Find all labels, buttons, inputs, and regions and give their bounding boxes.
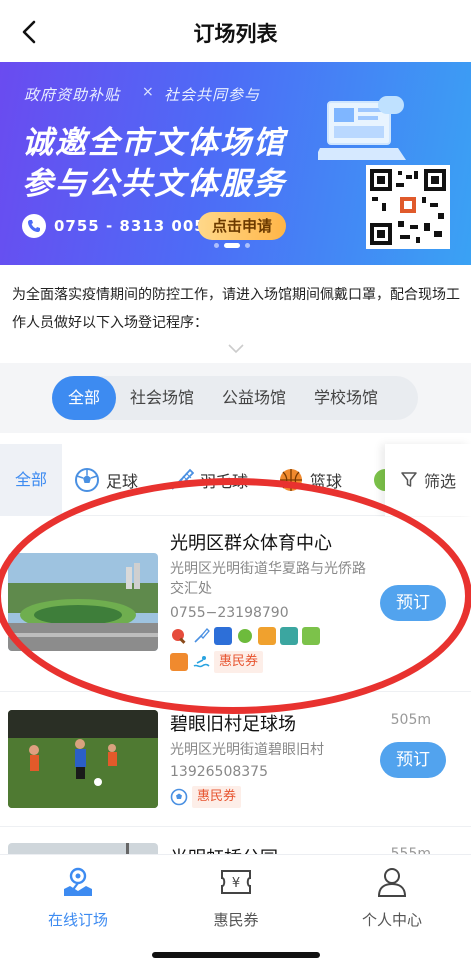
home-indicator	[152, 952, 320, 958]
banner-pagination	[214, 243, 250, 248]
book-button[interactable]: 预订	[380, 742, 446, 778]
banner-phone: 0755 - 8313 0059	[22, 212, 217, 240]
coupon-badge: 惠民券	[214, 651, 264, 673]
tab-online-booking[interactable]: 在线订场	[18, 865, 138, 930]
venue-address: 光明区光明街道华夏路与光侨路交汇处	[170, 561, 366, 597]
venue-photo	[8, 710, 158, 808]
banner-subtitle-separator: ×	[142, 84, 154, 100]
category-basketball[interactable]: 篮球	[278, 463, 342, 497]
football-icon	[170, 788, 188, 806]
venue-extra-icons: 惠民券	[170, 651, 264, 673]
category-label: 足球	[106, 472, 139, 491]
venue-name: 碧眼旧村足球场	[170, 714, 296, 735]
qr-code-icon	[366, 165, 450, 249]
page-title: 订场列表	[193, 22, 278, 46]
segment-social[interactable]: 社会场馆	[116, 376, 208, 420]
tab-label: 个人中心	[361, 911, 422, 929]
venue-card[interactable]: 碧眼旧村足球场 505m 光明区光明街道碧眼旧村 13926508375 预订 …	[0, 692, 471, 826]
venue-type-segmented: 全部 社会场馆 公益场馆 学校场馆	[52, 376, 418, 420]
category-label: 篮球	[310, 472, 343, 491]
venue-location-icon	[64, 867, 92, 896]
banner-subtitle-right: 社会共同参与	[164, 86, 261, 104]
basketball-icon	[170, 653, 188, 671]
basketball-icon	[280, 469, 302, 491]
laptop-illustration-icon	[318, 96, 406, 160]
banner-headline-1: 诚邀全市文体场馆	[22, 125, 286, 161]
phone-icon	[22, 214, 46, 238]
segment-public[interactable]: 公益场馆	[208, 376, 300, 420]
banner-dot	[214, 243, 219, 248]
category-all[interactable]: 全部	[0, 444, 62, 516]
venue-card[interactable]: 光明虹桥公园 555m	[0, 827, 471, 854]
venue-card[interactable]: 光明区群众体育中心 光明区光明街道华夏路与光侨路交汇处 0755−2319879…	[0, 517, 471, 691]
app-header: 订场列表	[0, 0, 471, 62]
category-football[interactable]: 足球	[74, 463, 138, 497]
venue-type-bar: 全部 社会场馆 公益场馆 学校场馆	[0, 373, 471, 433]
tab-label: 在线订场	[47, 911, 108, 929]
swimming-icon	[192, 653, 210, 671]
section-divider	[0, 363, 471, 373]
filter-button[interactable]: 筛选	[385, 444, 471, 516]
promo-banner[interactable]: 政府资助补贴 × 社会共同参与 诚邀全市文体场馆 参与公共文体服务 0755 -…	[0, 62, 471, 265]
venue-name: 光明区群众体育中心	[170, 533, 332, 554]
tennis-icon	[236, 627, 254, 645]
venue-distance: 505m	[390, 712, 431, 728]
climbing-icon	[280, 627, 298, 645]
book-button[interactable]: 预订	[380, 585, 446, 621]
swim-pool-icon	[214, 627, 232, 645]
venue-sport-icons: 惠民券	[170, 786, 242, 808]
segment-all[interactable]: 全部	[52, 376, 117, 420]
gym-icon	[258, 627, 276, 645]
football-icon	[75, 468, 99, 492]
filter-icon	[401, 472, 417, 487]
venue-phone: 0755−23198790	[170, 605, 289, 621]
coupon-icon: ¥	[221, 870, 251, 894]
chevron-down-icon[interactable]	[227, 343, 245, 355]
filter-label: 筛选	[423, 472, 456, 491]
volleyball-icon	[302, 627, 320, 645]
banner-headline-2: 参与公共文体服务	[22, 166, 286, 202]
tab-coupons[interactable]: ¥ 惠民券	[176, 865, 296, 930]
banner-dot	[245, 243, 250, 248]
badminton-icon	[192, 627, 210, 645]
category-badminton[interactable]: 羽毛球	[168, 463, 248, 497]
svg-text:¥: ¥	[232, 876, 240, 891]
banner-dot-active	[224, 243, 240, 248]
venue-address: 光明区光明街道碧眼旧村	[170, 742, 324, 758]
venue-photo	[8, 843, 158, 854]
segment-school[interactable]: 学校场馆	[300, 376, 392, 420]
venue-phone: 13926508375	[170, 764, 268, 780]
coupon-badge: 惠民券	[192, 786, 242, 808]
venue-sport-icons	[170, 627, 320, 645]
venue-photo	[8, 553, 158, 651]
tab-label: 惠民券	[213, 911, 259, 929]
user-icon	[377, 868, 407, 897]
banner-subtitle-left: 政府资助补贴	[24, 86, 121, 104]
sport-category-tabs: 全部 足球 羽毛球 篮球 筛选	[0, 444, 471, 516]
badminton-icon	[171, 468, 194, 490]
tab-profile[interactable]: 个人中心	[332, 865, 452, 930]
venue-distance: 555m	[390, 846, 431, 854]
apply-button[interactable]: 点击申请	[198, 212, 286, 240]
banner-phone-number: 0755 - 8313 0059	[54, 217, 218, 235]
table-tennis-icon	[170, 627, 188, 645]
notice-text: 为全面落实疫情期间的防控工作，请进入场馆期间佩戴口罩，配合现场工作人员做好以下入…	[12, 287, 460, 331]
venue-name: 光明虹桥公园	[170, 844, 278, 854]
category-label: 羽毛球	[200, 472, 249, 491]
